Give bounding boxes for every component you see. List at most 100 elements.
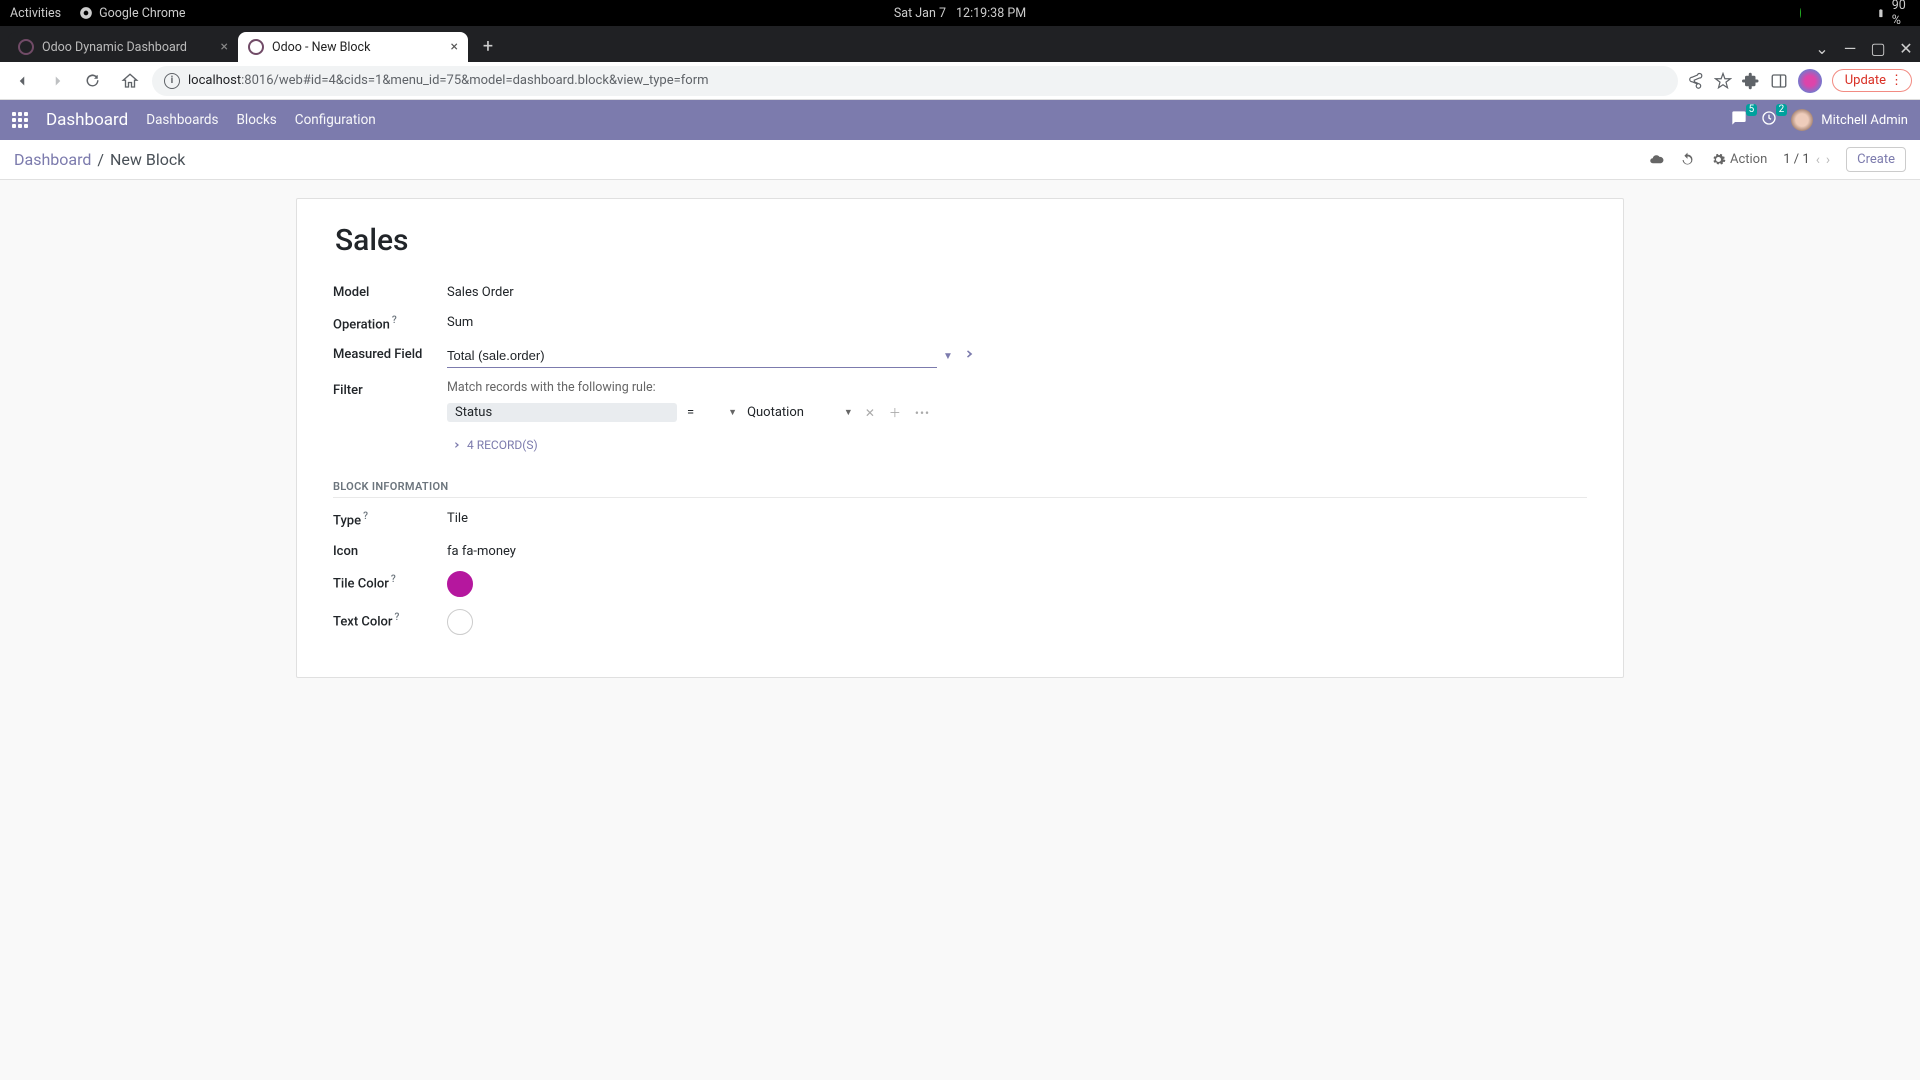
- network-icon[interactable]: [1819, 8, 1830, 19]
- chevron-down-icon: ▼: [728, 407, 737, 418]
- pager: 1 / 1 ‹ ›: [1783, 152, 1830, 168]
- arrow-right-icon: [449, 439, 461, 451]
- status-indicator-icon[interactable]: [1800, 8, 1801, 18]
- help-icon[interactable]: ?: [363, 511, 368, 522]
- new-tab-button[interactable]: +: [474, 32, 502, 60]
- create-button[interactable]: Create: [1846, 147, 1906, 172]
- reload-button[interactable]: [80, 67, 108, 95]
- field-model: Model Sales Order: [333, 276, 1587, 306]
- battery-indicator[interactable]: 90 %: [1876, 0, 1910, 28]
- domain-value: Quotation: [747, 405, 804, 420]
- breadcrumb-separator: /: [97, 150, 104, 169]
- text-color-swatch[interactable]: [447, 609, 473, 635]
- battery-icon: [1876, 6, 1886, 20]
- sound-icon[interactable]: [1847, 8, 1858, 19]
- activities-button[interactable]: Activities: [10, 6, 61, 21]
- help-icon[interactable]: ?: [392, 315, 397, 326]
- value-model[interactable]: Sales Order: [447, 282, 514, 300]
- add-branch-icon[interactable]: •••: [913, 406, 932, 420]
- measured-field-input[interactable]: [447, 344, 937, 368]
- window-maximize-button[interactable]: ▢: [1864, 34, 1892, 62]
- label-type: Type?: [333, 508, 447, 528]
- back-button[interactable]: [8, 67, 36, 95]
- label-model: Model: [333, 282, 447, 300]
- gnome-top-bar: Activities Google Chrome Sat Jan 7 12:19…: [0, 0, 1920, 26]
- extensions-icon[interactable]: [1742, 72, 1760, 90]
- action-menu[interactable]: Action: [1711, 152, 1767, 167]
- breadcrumb-root[interactable]: Dashboard: [14, 150, 91, 169]
- messages-badge: 5: [1746, 104, 1758, 116]
- value-icon[interactable]: fa fa-money: [447, 541, 516, 559]
- content-area: Sales Model Sales Order Operation? Sum M…: [0, 180, 1920, 1080]
- window-close-button[interactable]: ✕: [1892, 34, 1920, 62]
- pager-prev-icon[interactable]: ‹: [1816, 152, 1820, 168]
- url-host: localhost: [188, 73, 241, 88]
- messages-icon: [1731, 110, 1747, 126]
- records-count: 4 RECORD(S): [467, 438, 538, 452]
- label-text-color: Text Color?: [333, 609, 447, 629]
- kebab-icon: ⋮: [1890, 73, 1903, 88]
- activities-button[interactable]: 2: [1761, 110, 1777, 130]
- value-type[interactable]: Tile: [447, 508, 468, 526]
- help-icon[interactable]: ?: [391, 574, 396, 585]
- tab-close-icon[interactable]: ×: [221, 39, 228, 55]
- record-title[interactable]: Sales: [335, 223, 1587, 258]
- profile-avatar[interactable]: [1798, 69, 1822, 93]
- system-time: 12:19:38 PM: [956, 6, 1026, 21]
- update-button[interactable]: Update ⋮: [1832, 69, 1912, 92]
- user-menu[interactable]: Mitchell Admin: [1791, 109, 1908, 131]
- activities-badge: 2: [1776, 104, 1788, 116]
- discard-icon[interactable]: [1680, 152, 1695, 167]
- tab-title: Odoo Dynamic Dashboard: [42, 40, 213, 55]
- address-bar[interactable]: i localhost:8016/web#id=4&cids=1&menu_id…: [152, 66, 1678, 96]
- pager-next-icon[interactable]: ›: [1826, 152, 1830, 168]
- value-operation[interactable]: Sum: [447, 312, 473, 330]
- delete-node-icon[interactable]: ✕: [863, 406, 877, 420]
- current-app-indicator[interactable]: Google Chrome: [79, 6, 185, 21]
- external-link-icon[interactable]: [959, 346, 975, 366]
- label-icon: Icon: [333, 541, 447, 559]
- menu-blocks[interactable]: Blocks: [237, 112, 277, 128]
- menu-dashboards[interactable]: Dashboards: [146, 112, 218, 128]
- records-link[interactable]: 4 RECORD(S): [449, 438, 932, 452]
- tile-color-swatch[interactable]: [447, 571, 473, 597]
- help-icon[interactable]: ?: [395, 612, 400, 623]
- site-info-icon[interactable]: i: [164, 73, 180, 89]
- url-path: :8016/web#id=4&cids=1&menu_id=75&model=d…: [241, 73, 708, 88]
- dropdown-caret-icon[interactable]: ▼: [943, 351, 953, 362]
- tab-close-icon[interactable]: ×: [451, 39, 458, 55]
- tab-favicon-icon: [18, 39, 34, 55]
- label-measured: Measured Field: [333, 344, 447, 362]
- menu-configuration[interactable]: Configuration: [295, 112, 376, 128]
- tab-overflow-chevron-icon[interactable]: ⌄: [1808, 34, 1836, 62]
- filter-description: Match records with the following rule:: [447, 380, 932, 395]
- pager-text[interactable]: 1 / 1: [1783, 152, 1809, 167]
- module-name[interactable]: Dashboard: [46, 110, 128, 130]
- window-minimize-button[interactable]: —: [1836, 34, 1864, 62]
- messages-button[interactable]: 5: [1731, 110, 1747, 130]
- side-panel-icon[interactable]: [1770, 72, 1788, 90]
- domain-operator-select[interactable]: = ▼: [687, 405, 737, 420]
- form-sheet: Sales Model Sales Order Operation? Sum M…: [296, 198, 1624, 678]
- tab-favicon-icon: [248, 39, 264, 55]
- domain-value-select[interactable]: Quotation ▼: [747, 405, 853, 420]
- browser-tab-active[interactable]: Odoo - New Block ×: [238, 32, 468, 62]
- browser-tab-inactive[interactable]: Odoo Dynamic Dashboard ×: [8, 32, 238, 62]
- breadcrumb: Dashboard / New Block: [14, 150, 185, 169]
- apps-grid-icon[interactable]: [12, 112, 28, 128]
- tab-title: Odoo - New Block: [272, 40, 443, 55]
- chevron-down-icon: ▼: [844, 407, 853, 418]
- label-operation: Operation?: [333, 312, 447, 332]
- home-button[interactable]: [116, 67, 144, 95]
- gear-icon: [1711, 152, 1726, 167]
- bookmark-star-icon[interactable]: [1714, 72, 1732, 90]
- domain-field-chip[interactable]: Status: [447, 403, 677, 422]
- field-type: Type? Tile: [333, 502, 1587, 534]
- clock-icon: [1761, 110, 1777, 126]
- browser-tab-strip: Odoo Dynamic Dashboard × Odoo - New Bloc…: [0, 26, 1920, 62]
- share-icon[interactable]: [1686, 72, 1704, 90]
- odoo-top-nav: Dashboard Dashboards Blocks Configuratio…: [0, 100, 1920, 140]
- add-node-icon[interactable]: ＋: [887, 404, 903, 421]
- cloud-icon[interactable]: [1649, 152, 1664, 167]
- domain-rule-row: Status = ▼ Quotation ▼ ✕ ＋ •••: [447, 403, 932, 422]
